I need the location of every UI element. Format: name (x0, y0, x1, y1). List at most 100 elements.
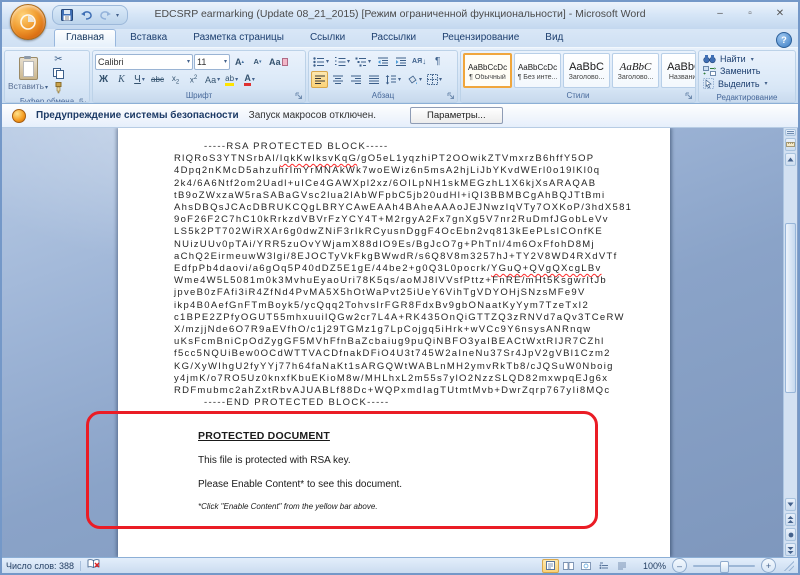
undo-button[interactable] (78, 8, 94, 23)
qat-customize-dropdown[interactable]: ▾ (116, 12, 119, 19)
scroll-down-button[interactable] (785, 498, 796, 511)
previous-page-button[interactable] (785, 513, 796, 526)
copy-button[interactable] (50, 67, 67, 80)
security-warning-bar: Предупреждение системы безопасности Запу… (2, 104, 798, 128)
font-size-combo[interactable]: 11▾ (194, 54, 230, 70)
doc-line: -----END PROTECTED BLOCK----- (174, 397, 670, 409)
styles-dialog-launcher[interactable] (685, 92, 693, 100)
zoom-slider[interactable] (693, 565, 755, 567)
select-button[interactable]: Выделить▾ (703, 78, 791, 89)
find-button[interactable]: Найти▾ (703, 54, 791, 64)
align-left-button[interactable] (311, 71, 328, 88)
tab-вид[interactable]: Вид (533, 29, 575, 47)
close-button[interactable]: ✕ (768, 6, 792, 21)
bullets-button[interactable]: ▾ (311, 53, 331, 70)
highlight-button[interactable]: ab▾ (223, 71, 240, 88)
ruler-toggle-button[interactable] (785, 138, 796, 151)
next-page-button[interactable] (785, 543, 796, 556)
zoom-in-button[interactable]: + (761, 558, 776, 573)
split-handle[interactable] (785, 129, 796, 136)
style-card-4[interactable]: AaBbCНазвание (661, 53, 696, 88)
resize-grip[interactable] (784, 561, 794, 571)
strikethrough-button[interactable]: abc (149, 71, 166, 88)
zoom-level[interactable]: 100% (643, 561, 666, 571)
quick-access-toolbar: ▾ (52, 5, 128, 25)
line-spacing-button[interactable]: ▾ (383, 71, 403, 88)
align-center-button[interactable] (329, 71, 346, 88)
doc-line: 2k4/6A6Ntf2om2Uadl+uICe4GAWXpl2xz/6OILpN… (174, 178, 670, 190)
shrink-font-button[interactable]: А▾ (249, 53, 266, 70)
sort-button[interactable]: АЯ↓ (410, 53, 428, 70)
doc-line: RlQRoS3YTNSrbAl/IqkKwIksvKqG/gO5eL1yqzhi… (174, 153, 670, 165)
scroll-up-button[interactable] (785, 153, 796, 166)
multilevel-list-button[interactable]: ▾ (353, 53, 373, 70)
format-painter-button[interactable] (50, 81, 67, 94)
increase-indent-button[interactable] (392, 53, 409, 70)
align-right-button[interactable] (347, 71, 364, 88)
shading-button[interactable]: ▾ (404, 71, 424, 88)
bold-button[interactable]: Ж (95, 71, 112, 88)
doc-line: EdfpPb4daovi/a6gOq5P40dDZ5E1gE/44be2+g0Q… (174, 263, 670, 275)
decrease-indent-button[interactable] (374, 53, 391, 70)
underline-button[interactable]: Ч▾ (131, 71, 148, 88)
subscript-button[interactable]: x2 (167, 71, 184, 88)
tab-вставка[interactable]: Вставка (118, 29, 179, 47)
macro-options-button[interactable]: Параметры... (410, 107, 503, 124)
help-button[interactable]: ? (776, 32, 792, 48)
draft-view-button[interactable] (614, 559, 631, 573)
justify-button[interactable] (365, 71, 382, 88)
style-card-2[interactable]: AaBbCЗаголово... (563, 53, 610, 88)
change-case-button[interactable]: Аа▾ (203, 71, 222, 88)
tab-рецензирование[interactable]: Рецензирование (430, 29, 531, 47)
style-card-1[interactable]: AaBbCcDc¶ Без инте... (514, 53, 561, 88)
window-controls: – ▫ ✕ (708, 6, 792, 21)
paste-button[interactable]: Вставить▾ (7, 53, 49, 94)
styles-group: AaBbCcDc¶ ОбычныйAaBbCcDc¶ Без инте...Aa… (460, 50, 696, 103)
italic-button[interactable]: К (113, 71, 130, 88)
font-color-button[interactable]: А▾ (241, 71, 258, 88)
style-preview: AaBbCcDc (468, 61, 507, 74)
style-preview: AaBbC (667, 61, 696, 74)
replace-button[interactable]: Заменить (703, 66, 791, 76)
word-count[interactable]: Число слов: 388 (6, 561, 74, 571)
clipboard-dialog-launcher[interactable] (79, 98, 87, 103)
show-marks-button[interactable]: ¶ (429, 53, 446, 70)
numbering-button[interactable]: ▾ (332, 53, 352, 70)
zoom-out-button[interactable]: – (672, 558, 687, 573)
grow-font-button[interactable]: А▴ (231, 53, 248, 70)
tab-ссылки[interactable]: Ссылки (298, 29, 357, 47)
scrollbar-thumb[interactable] (785, 223, 796, 393)
web-layout-view-button[interactable] (578, 559, 595, 573)
office-button[interactable] (10, 4, 46, 40)
minimize-button[interactable]: – (708, 6, 732, 21)
redo-button[interactable] (97, 8, 113, 23)
doc-line: jpveB0zFAfi3iR4ZfNd4PvMA5X5hOtWaPvt25iUe… (174, 287, 670, 299)
clear-formatting-button[interactable]: Аа (267, 53, 290, 70)
borders-button[interactable]: ▾ (425, 71, 444, 88)
superscript-button[interactable]: x2 (185, 71, 202, 88)
restore-button[interactable]: ▫ (738, 6, 762, 21)
tab-главная[interactable]: Главная (54, 29, 116, 47)
paragraph-dialog-launcher[interactable] (447, 92, 455, 100)
font-name-combo[interactable]: Calibri▾ (95, 54, 193, 70)
save-button[interactable] (59, 8, 75, 23)
outline-view-button[interactable] (596, 559, 613, 573)
print-layout-view-button[interactable] (542, 559, 559, 573)
style-gallery: AaBbCcDc¶ ОбычныйAaBbCcDc¶ Без инте...Aa… (463, 53, 696, 88)
style-card-3[interactable]: AaBbCЗаголово... (612, 53, 659, 88)
style-name: Название (669, 74, 696, 81)
style-card-0[interactable]: AaBbCcDc¶ Обычный (463, 53, 512, 88)
cut-button[interactable]: ✂ (50, 53, 67, 66)
zoom-slider-thumb[interactable] (720, 561, 729, 573)
tab-разметка-страницы[interactable]: Разметка страницы (181, 29, 296, 47)
scrollbar-track[interactable] (785, 167, 796, 497)
replace-icon (703, 66, 716, 76)
tab-рассылки[interactable]: Рассылки (359, 29, 428, 47)
dropdown-arrow-icon: ▾ (252, 76, 255, 83)
proofing-status-button[interactable] (87, 559, 101, 572)
select-browse-object-button[interactable] (785, 528, 796, 541)
vertical-scrollbar[interactable] (783, 128, 797, 557)
font-dialog-launcher[interactable] (295, 92, 303, 100)
clipboard-group-label: Буфер обмена (20, 97, 74, 103)
fullscreen-reading-view-button[interactable] (560, 559, 577, 573)
